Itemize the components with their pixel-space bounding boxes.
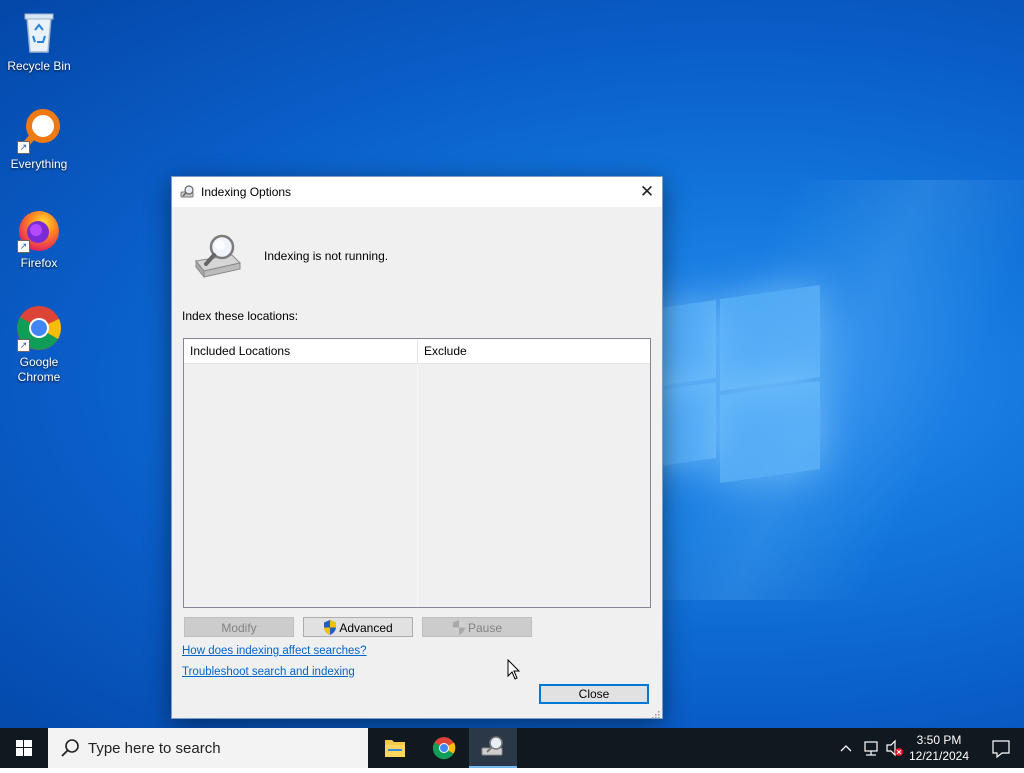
list-header: Included Locations Exclude	[184, 339, 650, 364]
pause-button[interactable]: Pause	[422, 617, 532, 637]
action-center-icon[interactable]	[978, 728, 1024, 768]
taskbar-indexing-options[interactable]	[469, 728, 517, 768]
indexing-options-icon	[180, 184, 196, 200]
chrome-icon: ↗	[15, 304, 63, 352]
uac-shield-icon	[452, 620, 466, 641]
clock-time: 3:50 PM	[916, 733, 962, 747]
desktop-icon-label: Firefox	[20, 256, 58, 270]
firefox-icon: ↗	[15, 205, 63, 253]
search-placeholder: Type here to search	[88, 740, 221, 757]
close-button-label: Close	[578, 687, 610, 701]
list-body	[184, 364, 650, 607]
taskbar: Type here to search 3:50 PM 12/21/2024	[0, 728, 1024, 768]
clock-date: 12/21/2024	[908, 749, 970, 763]
taskbar-search-box[interactable]: Type here to search	[48, 728, 368, 768]
windows-start-icon	[16, 740, 32, 756]
chrome-icon	[432, 737, 456, 760]
close-icon[interactable]: ✕	[632, 177, 662, 207]
indexing-status-text: Indexing is not running.	[264, 249, 389, 263]
pause-button-label: Pause	[467, 621, 503, 635]
index-locations-label: Index these locations:	[182, 309, 299, 323]
desktop: Recycle Bin ↗ Everything ↗ Firefox ↗ Goo…	[0, 0, 1024, 728]
dialog-title: Indexing Options	[201, 185, 292, 199]
locations-list[interactable]: Included Locations Exclude	[183, 338, 651, 608]
shortcut-arrow-icon: ↗	[17, 339, 30, 352]
everything-icon: ↗	[15, 106, 63, 154]
indexing-status-icon	[192, 233, 244, 279]
dialog-titlebar[interactable]: Indexing Options ✕	[172, 177, 662, 207]
desktop-icon-label: Everything	[10, 157, 68, 171]
taskbar-chrome[interactable]	[420, 728, 468, 768]
column-header-exclude[interactable]: Exclude	[418, 339, 650, 363]
indexing-options-icon	[481, 736, 503, 756]
desktop-icon-everything[interactable]: ↗ Everything	[0, 106, 78, 172]
resize-grip-icon[interactable]	[652, 708, 660, 719]
uac-shield-icon	[323, 620, 337, 641]
how-indexing-affects-searches-link[interactable]: How does indexing affect searches?	[182, 645, 367, 657]
desktop-icon-label: Google Chrome	[17, 355, 61, 384]
taskbar-clock[interactable]: 3:50 PM 12/21/2024	[906, 732, 972, 764]
troubleshoot-search-link[interactable]: Troubleshoot search and indexing	[182, 666, 355, 678]
mouse-cursor-icon	[507, 658, 521, 681]
shortcut-arrow-icon: ↗	[17, 240, 30, 253]
recycle-bin-icon	[15, 8, 63, 56]
modify-button-label: Modify	[221, 621, 257, 635]
modify-button[interactable]: Modify	[184, 617, 294, 637]
taskbar-file-explorer[interactable]	[371, 728, 419, 768]
column-header-included-locations[interactable]: Included Locations	[184, 339, 417, 363]
advanced-button[interactable]: Advanced	[303, 617, 413, 637]
network-icon[interactable]	[860, 728, 882, 768]
search-icon	[60, 738, 80, 758]
indexing-options-dialog: Indexing Options ✕ Indexing is not runni…	[171, 176, 663, 719]
start-button[interactable]	[0, 728, 48, 768]
shortcut-arrow-icon: ↗	[17, 141, 30, 154]
close-button[interactable]: Close	[539, 684, 649, 704]
folder-icon	[385, 740, 405, 757]
desktop-icon-recycle-bin[interactable]: Recycle Bin	[0, 8, 78, 74]
advanced-button-label: Advanced	[339, 621, 393, 635]
show-hidden-icons-chevron-up-icon[interactable]	[836, 728, 856, 768]
desktop-icon-firefox[interactable]: ↗ Firefox	[0, 205, 78, 271]
desktop-icon-google-chrome[interactable]: ↗ Google Chrome	[0, 304, 78, 385]
desktop-icon-label: Recycle Bin	[7, 59, 71, 73]
volume-muted-icon[interactable]	[884, 728, 906, 768]
